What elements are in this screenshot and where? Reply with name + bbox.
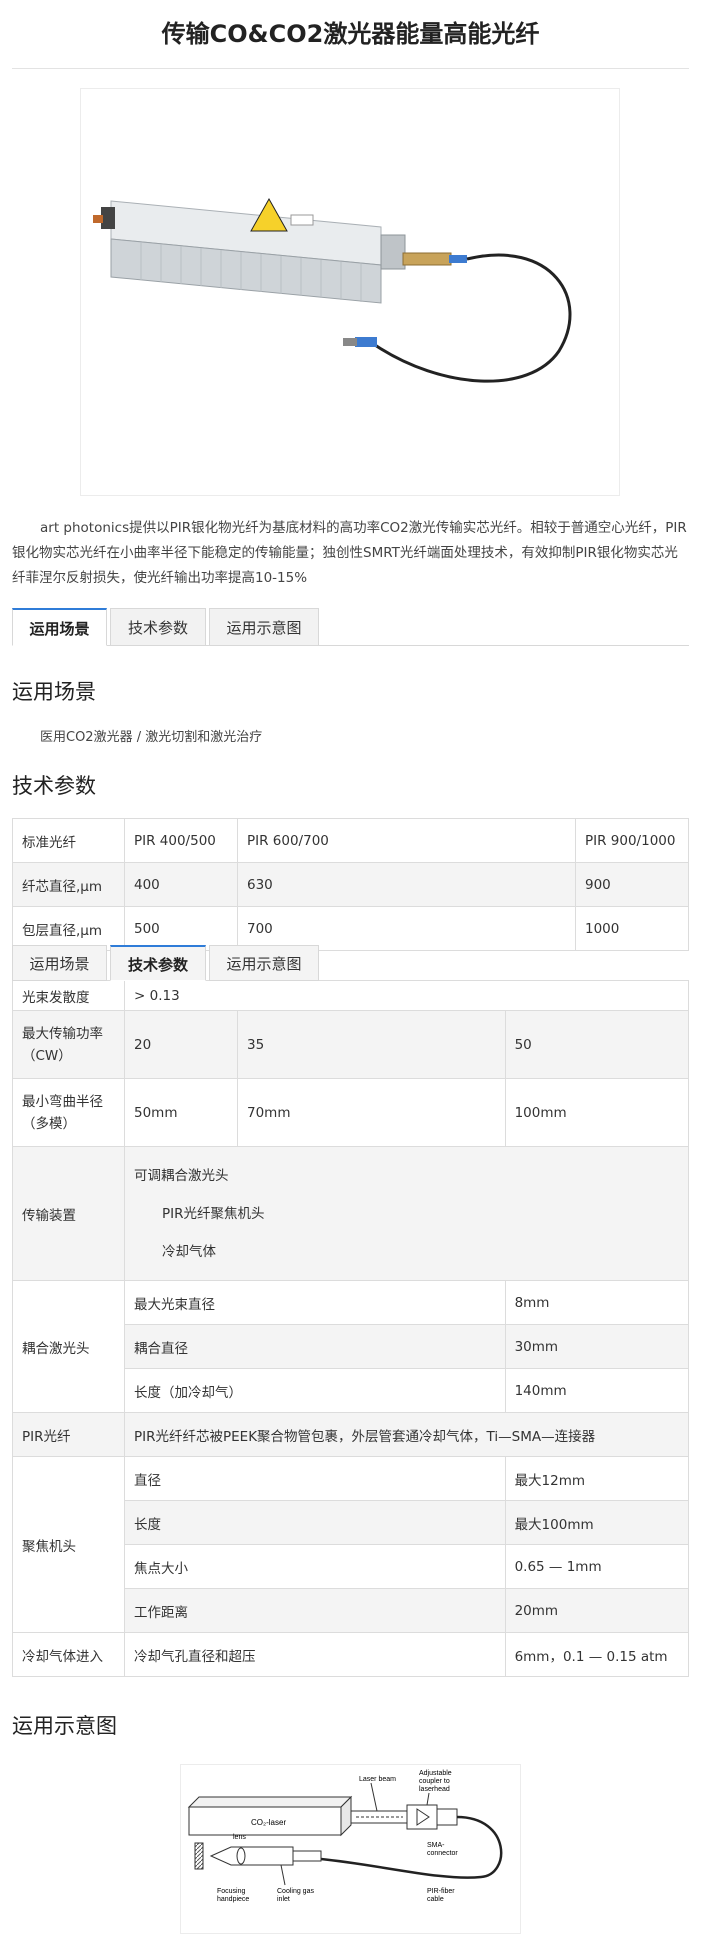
cell: 100mm (504, 1078, 690, 1147)
label-lens: lens (233, 1834, 246, 1841)
label-coupler-1: Adjustable (419, 1770, 452, 1777)
row-label: 包层直径,μm (12, 906, 125, 951)
label-cable-1: PIR-fiber (427, 1888, 455, 1895)
label-cable-2: cable (427, 1896, 444, 1903)
label-sma-2: connector (427, 1850, 458, 1857)
table-row: 聚焦机头 直径 最大12mm (12, 1456, 690, 1633)
table-row: 纤芯直径,μm 400 630 900 (12, 862, 689, 907)
page-title: 传输CO&CO2激光器能量高能光纤 (161, 20, 540, 48)
row-label: 光束发散度 (12, 980, 125, 1011)
row-label: 传输装置 (12, 1146, 125, 1281)
spec-table-continued: 光束发散度 > 0.13 最大传输功率（CW） 20 35 50 最小弯曲半径（… (12, 980, 690, 1677)
cell: 冷却气孔直径和超压 (124, 1632, 506, 1677)
label-beam: Laser beam (359, 1776, 396, 1783)
section-heading-specs: 技术参数 (12, 774, 96, 798)
cell: PIR光纤纤芯被PEEK聚合物管包裹，外层管套通冷却气体，Ti—SMA—连接器 (124, 1412, 689, 1457)
cell: PIR 400/500 (124, 818, 238, 863)
cell: 直径 (124, 1456, 506, 1501)
cell: 20mm (504, 1588, 690, 1633)
scene-text: 医用CO2激光器 / 激光切割和激光治疗 (40, 730, 263, 745)
tab-diagram[interactable]: 运用示意图 (209, 608, 319, 646)
sticky-tab-bar: 运用场景 技术参数 运用示意图 (12, 945, 689, 981)
cell: 400 (124, 862, 238, 907)
label-gas-2: inlet (277, 1896, 290, 1903)
table-row: 标准光纤 PIR 400/500 PIR 600/700 PIR 900/100… (12, 818, 689, 863)
sticky-tab-scene[interactable]: 运用场景 (12, 945, 107, 981)
label-coupler-2: coupler to (419, 1778, 450, 1785)
row-label: 标准光纤 (12, 818, 125, 863)
row-label: PIR光纤 (12, 1412, 125, 1457)
cell: 630 (237, 862, 576, 907)
section-heading-diagram: 运用示意图 (12, 1714, 117, 1738)
cell: 焦点大小 (124, 1544, 506, 1589)
cell: 70mm (237, 1078, 506, 1147)
cell: 35 (237, 1010, 506, 1079)
label-sma-1: SMA- (427, 1842, 445, 1849)
table-row: PIR光纤 PIR光纤纤芯被PEEK聚合物管包裹，外层管套通冷却气体，Ti—SM… (12, 1412, 689, 1457)
product-image (80, 88, 620, 496)
label-coupler-3: laserhead (419, 1786, 450, 1793)
table-row: 冷却气体进入 冷却气孔直径和超压 6mm，0.1 — 0.15 atm (12, 1632, 690, 1677)
cell: > 0.13 (124, 980, 689, 1011)
cell: PIR 600/700 (237, 818, 576, 863)
cell: 最大100mm (504, 1500, 690, 1545)
cell: 900 (575, 862, 689, 907)
label-laser: CO₂-laser (251, 1818, 286, 1827)
list-item: 可调耦合激光头 (134, 1167, 229, 1184)
table-row: 包层直径,μm 500 700 1000 (12, 906, 689, 951)
intro-paragraph: art photonics提供以PIR银化物光纤为基底材料的高功率CO2激光传输… (12, 520, 687, 586)
cell: 最大12mm (504, 1456, 690, 1501)
cell: 50 (504, 1010, 690, 1079)
spec-table: 标准光纤 PIR 400/500 PIR 600/700 PIR 900/100… (12, 818, 689, 951)
cell: 30mm (504, 1324, 690, 1369)
section-heading-scene: 运用场景 (12, 680, 96, 704)
tab-specs[interactable]: 技术参数 (110, 608, 206, 646)
transmission-list: 可调耦合激光头 PIR光纤聚焦机头 冷却气体 (134, 1153, 679, 1275)
cell: PIR 900/1000 (575, 818, 689, 863)
cell: 工作距离 (124, 1588, 506, 1633)
row-label: 最小弯曲半径（多模） (12, 1078, 125, 1147)
application-diagram: CO₂-laser Laser beam Adjustable coupler … (180, 1764, 521, 1934)
cell: 1000 (575, 906, 689, 951)
tab-scene[interactable]: 运用场景 (12, 608, 107, 646)
table-row: 光束发散度 > 0.13 (12, 980, 689, 1011)
cell: 可调耦合激光头 PIR光纤聚焦机头 冷却气体 (124, 1146, 689, 1281)
sticky-tab-diagram[interactable]: 运用示意图 (209, 945, 319, 981)
cell: 20 (124, 1010, 238, 1079)
cell: 700 (237, 906, 576, 951)
cell: 6mm，0.1 — 0.15 atm (504, 1632, 690, 1677)
label-gas-1: Cooling gas (277, 1888, 314, 1895)
cell: 最大光束直径 (124, 1280, 506, 1325)
sticky-tab-specs[interactable]: 技术参数 (110, 945, 206, 981)
label-handpiece-1: Focusing (217, 1888, 246, 1895)
row-label: 最大传输功率（CW） (12, 1010, 125, 1079)
title-divider (12, 68, 689, 69)
cell: 140mm (504, 1368, 690, 1413)
table-row: 耦合激光头 最大光束直径 8mm (12, 1280, 690, 1413)
laser-device-illustration (93, 197, 572, 383)
list-item: PIR光纤聚焦机头 (162, 1205, 265, 1222)
diagram-svg: CO₂-laser Laser beam Adjustable coupler … (187, 1770, 503, 1903)
tab-bar: 运用场景 技术参数 运用示意图 (12, 608, 689, 646)
cell: 500 (124, 906, 238, 951)
table-row: 传输装置 可调耦合激光头 PIR光纤聚焦机头 冷却气体 (12, 1146, 689, 1281)
cell: 50mm (124, 1078, 238, 1147)
cell: 0.65 — 1mm (504, 1544, 690, 1589)
cell: 8mm (504, 1280, 690, 1325)
row-label: 纤芯直径,μm (12, 862, 125, 907)
row-label: 耦合激光头 (12, 1280, 125, 1413)
cell: 长度（加冷却气） (124, 1368, 506, 1413)
table-row: 最大传输功率（CW） 20 35 50 (12, 1010, 690, 1079)
row-label: 聚焦机头 (12, 1456, 125, 1633)
list-item: 冷却气体 (162, 1243, 216, 1260)
cell: 耦合直径 (124, 1324, 506, 1369)
label-handpiece-2: handpiece (217, 1896, 249, 1903)
cell: 长度 (124, 1500, 506, 1545)
row-label: 冷却气体进入 (12, 1632, 125, 1677)
table-row: 最小弯曲半径（多模） 50mm 70mm 100mm (12, 1078, 690, 1147)
